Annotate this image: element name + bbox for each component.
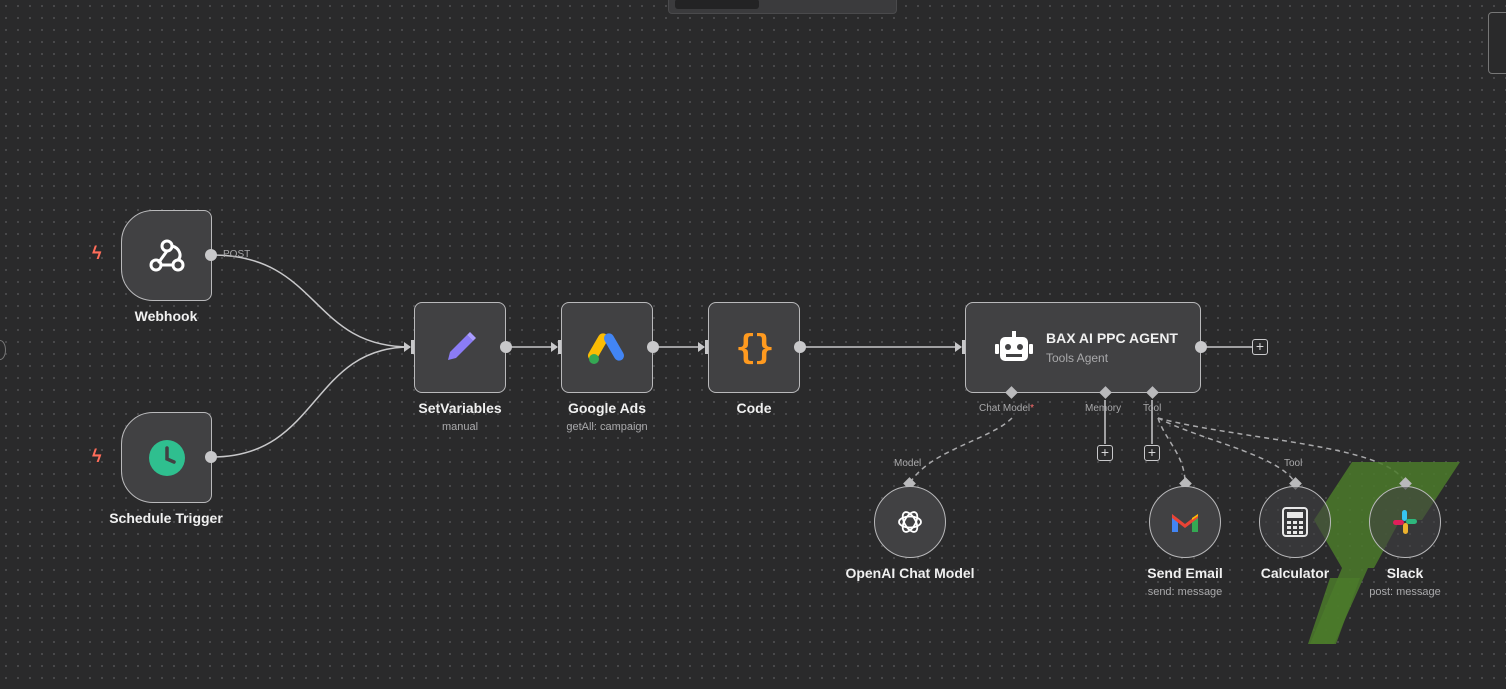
send-email-subtitle: send: message <box>1147 586 1223 598</box>
setvariables-node[interactable] <box>414 302 506 393</box>
robot-icon <box>995 330 1033 361</box>
webhook-icon <box>149 239 184 271</box>
google-ads-subtitle: getAll: campaign <box>566 421 648 433</box>
agent-title: BAX AI PPC AGENT <box>1046 330 1178 346</box>
slack-node[interactable] <box>1369 486 1441 558</box>
calculator-title: Calculator <box>1260 565 1330 581</box>
slack-title: Slack <box>1386 565 1424 581</box>
webhook-output-label: POST <box>223 249 251 260</box>
agent-output-port[interactable] <box>1195 341 1207 353</box>
google-ads-node[interactable] <box>561 302 653 393</box>
setvariables-subtitle: manual <box>441 421 479 433</box>
setvariables-title: SetVariables <box>418 400 502 416</box>
schedule-output-port[interactable] <box>205 451 217 463</box>
setvariables-output-port[interactable] <box>500 341 512 353</box>
memory-label: Memory <box>1085 403 1122 414</box>
calculator-icon <box>1282 507 1308 537</box>
webhook-node[interactable] <box>121 210 212 301</box>
wire-tool-sendemail <box>1157 417 1186 484</box>
schedule-trigger-title: Schedule Trigger <box>109 510 223 526</box>
send-email-node[interactable] <box>1149 486 1221 558</box>
trigger-bolt-icon: ϟ <box>92 243 102 263</box>
slack-icon <box>1393 510 1417 534</box>
send-email-title: Send Email <box>1147 565 1223 581</box>
openai-model-label: Model <box>894 458 922 469</box>
calculator-node[interactable] <box>1259 486 1331 558</box>
code-node[interactable]: {} <box>708 302 800 393</box>
tool-label: Tool <box>1143 403 1162 414</box>
gmail-icon <box>1172 514 1198 532</box>
add-memory-button[interactable]: + <box>1097 445 1113 461</box>
code-output-port[interactable] <box>794 341 806 353</box>
calculator-tool-label: Tool <box>1284 458 1303 469</box>
pencil-icon <box>448 331 476 360</box>
wire-tool-calculator <box>1157 417 1296 484</box>
agent-add-next-button[interactable]: + <box>1252 339 1268 355</box>
clock-icon <box>148 439 185 476</box>
wire-chatmodel-openai <box>909 417 1013 484</box>
schedule-trigger-node[interactable] <box>121 412 212 503</box>
slack-subtitle: post: message <box>1369 586 1441 598</box>
brand-logo-watermark <box>1308 462 1460 644</box>
add-tool-button[interactable]: + <box>1144 445 1160 461</box>
chat-model-label: Chat Model* <box>979 403 1035 414</box>
webhook-title: Webhook <box>134 308 198 324</box>
openai-icon <box>898 511 922 533</box>
openai-chat-model-node[interactable] <box>874 486 946 558</box>
google-ads-icon <box>588 332 624 364</box>
webhook-output-port[interactable] <box>205 249 217 261</box>
googleads-output-port[interactable] <box>647 341 659 353</box>
code-title: Code <box>736 400 772 416</box>
wire-schedule-setvariables <box>211 346 411 458</box>
google-ads-title: Google Ads <box>567 400 647 416</box>
openai-title: OpenAI Chat Model <box>845 565 975 581</box>
ai-agent-node[interactable] <box>965 302 1201 393</box>
trigger-bolt-icon: ϟ <box>92 446 102 466</box>
code-braces-icon: {} <box>735 327 775 368</box>
wire-webhook-setvariables <box>211 254 411 348</box>
agent-subtitle: Tools Agent <box>1046 351 1109 365</box>
